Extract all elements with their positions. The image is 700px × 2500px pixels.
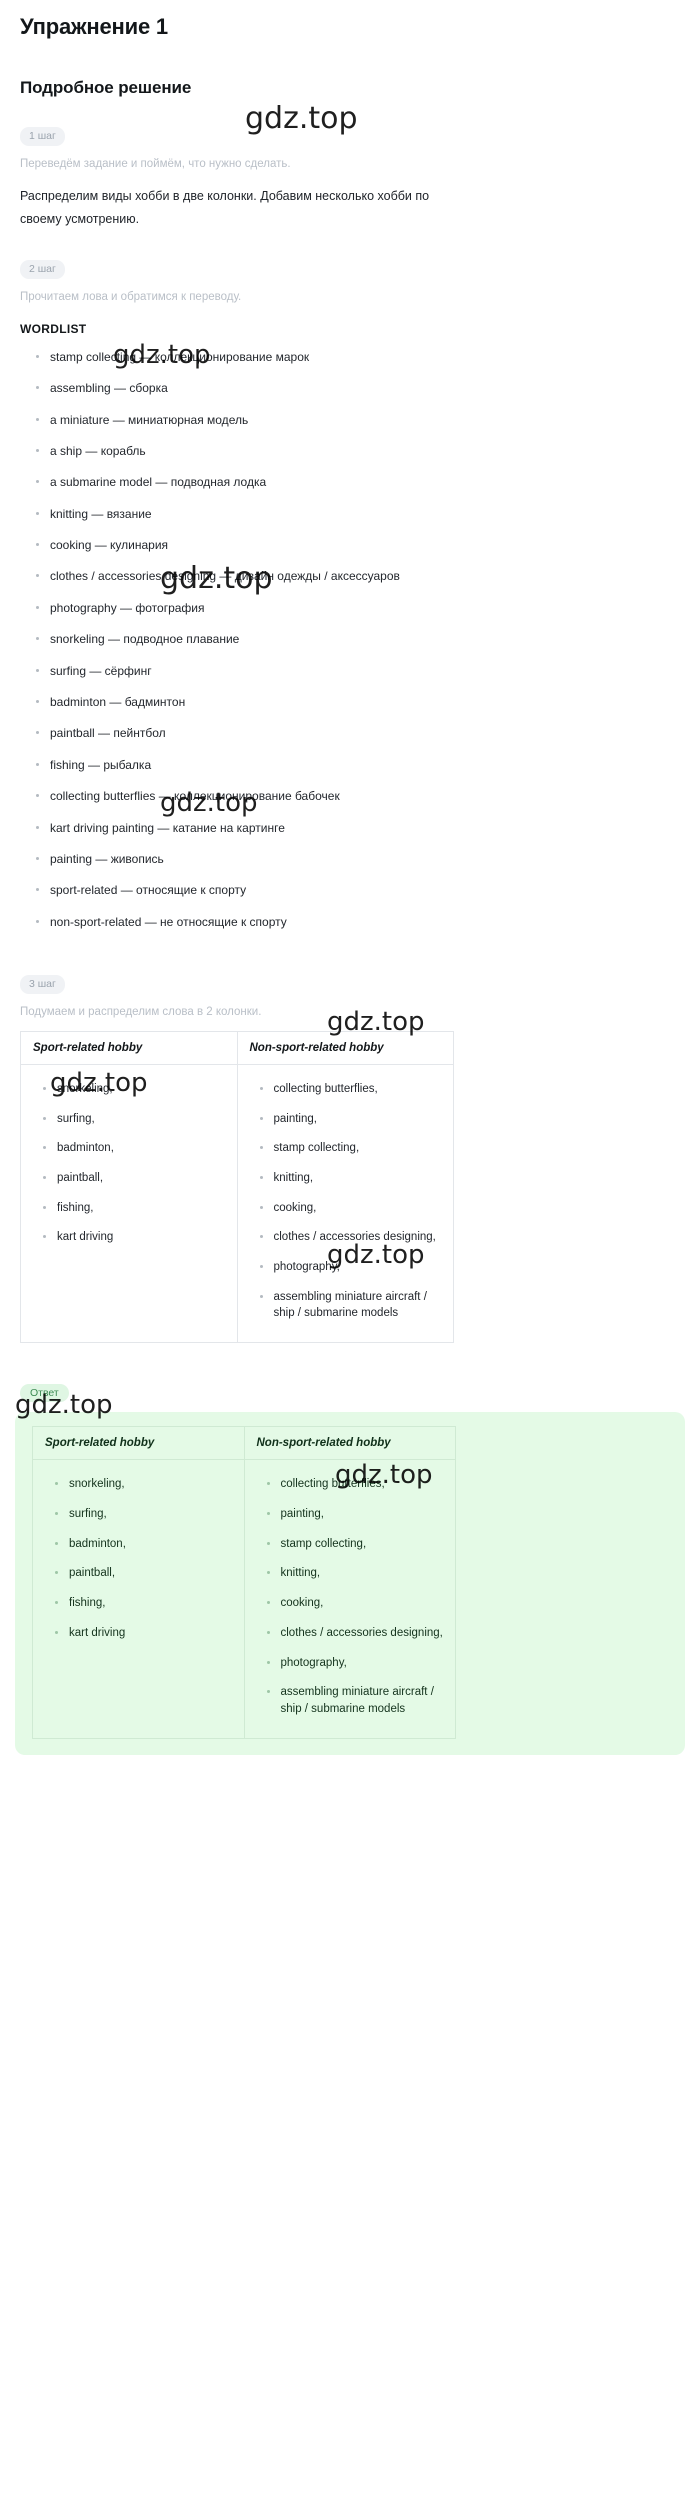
wordlist-item: collecting butterflies — коллекционирова… — [36, 789, 690, 803]
step-3-note: Подумаем и распределим слова в 2 колонки… — [20, 1005, 262, 1018]
page-title: Упражнение 1 — [20, 14, 168, 39]
table-cell-sport: snorkeling, surfing, badminton, paintball, f… — [20, 1063, 238, 1343]
solution-page: Упражнение 1 Подробное решение 1 шаг Пер… — [0, 0, 700, 1755]
answer-sport-hobby-list: snorkeling, surfing, badminton, paintball, f… — [41, 1476, 236, 1641]
wordlist-item: cooking — кулинария — [36, 538, 690, 552]
list-item: snorkeling, — [43, 1081, 229, 1098]
step-1-section: 1 шаг Переведём задание и поймём, что ну… — [10, 98, 690, 231]
step-1-badge: 1 шаг — [20, 127, 65, 146]
step-1-note: Переведём задание и поймём, что нужно сд… — [20, 157, 291, 170]
answer-badge: Ответ — [20, 1383, 69, 1403]
wordlist-item: a miniature — миниатюрная модель — [36, 413, 690, 427]
wordlist-item: stamp collecting — коллекционирование ма… — [36, 350, 690, 364]
answer-table: Sport-related hobby Non-sport-related ho… — [32, 1426, 456, 1739]
step-2-badge: 2 шаг — [20, 260, 65, 279]
wordlist-heading: WORDLIST — [20, 321, 87, 336]
answer-table-row: snorkeling, surfing, badminton, paintball, f… — [32, 1459, 456, 1739]
list-item: kart driving — [43, 1229, 229, 1246]
list-item: collecting butterflies, — [259, 1081, 446, 1098]
step-2-note: Прочитаем лова и обратимся к переводу. — [20, 290, 242, 303]
wordlist-item: kart driving painting — катание на карти… — [36, 821, 690, 835]
list-item: paintball, — [43, 1170, 229, 1187]
table-cell-non-sport: collecting butterflies, painting, stamp co… — [236, 1063, 454, 1343]
wordlist-item: surfing — сёрфинг — [36, 664, 690, 678]
list-item: painting, — [259, 1111, 446, 1128]
list-item: clothes / accessories designing, — [259, 1229, 446, 1246]
list-item: stamp collecting, — [266, 1536, 448, 1553]
answer-header-sport: Sport-related hobby — [32, 1426, 245, 1461]
list-item: painting, — [266, 1506, 448, 1523]
wordlist-item: paintball — пейнтбол — [36, 726, 690, 740]
wordlist-item: snorkeling — подводное плавание — [36, 632, 690, 646]
list-item: cooking, — [266, 1595, 448, 1612]
wordlist-item: knitting — вязание — [36, 507, 690, 521]
list-item: badminton, — [43, 1140, 229, 1157]
list-item: knitting, — [266, 1565, 448, 1582]
answer-header-non-sport: Non-sport-related hobby — [243, 1426, 456, 1461]
step-3-badge: 3 шаг — [20, 975, 65, 994]
wordlist-item: photography — фотография — [36, 601, 690, 615]
list-item: collecting butterflies, — [266, 1476, 448, 1493]
list-item: photography, — [259, 1259, 446, 1276]
list-item: knitting, — [259, 1170, 446, 1187]
wordlist: stamp collecting — коллекционирование ма… — [10, 350, 690, 929]
step-3-section: 3 шаг Подумаем и распределим слова в 2 к… — [10, 946, 690, 1343]
list-item: surfing, — [43, 1111, 229, 1128]
answer-non-sport-hobby-list: collecting butterflies, painting, stamp co… — [253, 1476, 448, 1717]
table-header-row: Sport-related hobby Non-sport-related ho… — [20, 1030, 454, 1065]
wordlist-item: a ship — корабль — [36, 444, 690, 458]
wordlist-item: badminton — бадминтон — [36, 695, 690, 709]
list-item: snorkeling, — [55, 1476, 236, 1493]
step-2-section: 2 шаг Прочитаем лова и обратимся к перев… — [10, 231, 690, 929]
answer-cell-sport: snorkeling, surfing, badminton, paintball, f… — [32, 1459, 245, 1739]
answer-cell-non-sport: collecting butterflies, painting, stamp co… — [243, 1459, 456, 1739]
hobby-table: Sport-related hobby Non-sport-related ho… — [20, 1030, 454, 1343]
table-header-non-sport: Non-sport-related hobby — [236, 1030, 454, 1065]
step-1-text: Распределим виды хобби в две колонки. До… — [20, 188, 430, 226]
wordlist-item: fishing — рыбалка — [36, 758, 690, 772]
list-item: fishing, — [55, 1595, 236, 1612]
wordlist-item: assembling — сборка — [36, 381, 690, 395]
list-item: kart driving — [55, 1625, 236, 1642]
wordlist-item: painting — живопись — [36, 852, 690, 866]
answer-box: Sport-related hobby Non-sport-related ho… — [15, 1412, 685, 1755]
list-item: photography, — [266, 1655, 448, 1672]
wordlist-item: a submarine model — подводная лодка — [36, 475, 690, 489]
list-item: clothes / accessories designing, — [266, 1625, 448, 1642]
wordlist-item: clothes / accessories designing — дизайн… — [36, 569, 690, 583]
list-item: assembling miniature aircraft / ship / s… — [259, 1289, 446, 1322]
list-item: fishing, — [43, 1200, 229, 1217]
solution-heading: Подробное решение — [20, 78, 192, 97]
wordlist-item: sport-related — относящие к спорту — [36, 883, 690, 897]
table-row: snorkeling, surfing, badminton, paintball, f… — [20, 1063, 454, 1343]
list-item: paintball, — [55, 1565, 236, 1582]
table-header-sport: Sport-related hobby — [20, 1030, 238, 1065]
list-item: cooking, — [259, 1200, 446, 1217]
non-sport-hobby-list: collecting butterflies, painting, stamp co… — [246, 1081, 446, 1322]
sport-hobby-list: snorkeling, surfing, badminton, paintball, f… — [29, 1081, 229, 1246]
list-item: badminton, — [55, 1536, 236, 1553]
list-item: stamp collecting, — [259, 1140, 446, 1157]
answer-table-header-row: Sport-related hobby Non-sport-related ho… — [32, 1426, 456, 1461]
list-item: assembling miniature aircraft / ship / s… — [266, 1684, 448, 1717]
list-item: surfing, — [55, 1506, 236, 1523]
wordlist-item: non-sport-related — не относящие к спорт… — [36, 915, 690, 929]
answer-section: Ответ Sport-related hobby Non-sport-rela… — [10, 1343, 690, 1755]
